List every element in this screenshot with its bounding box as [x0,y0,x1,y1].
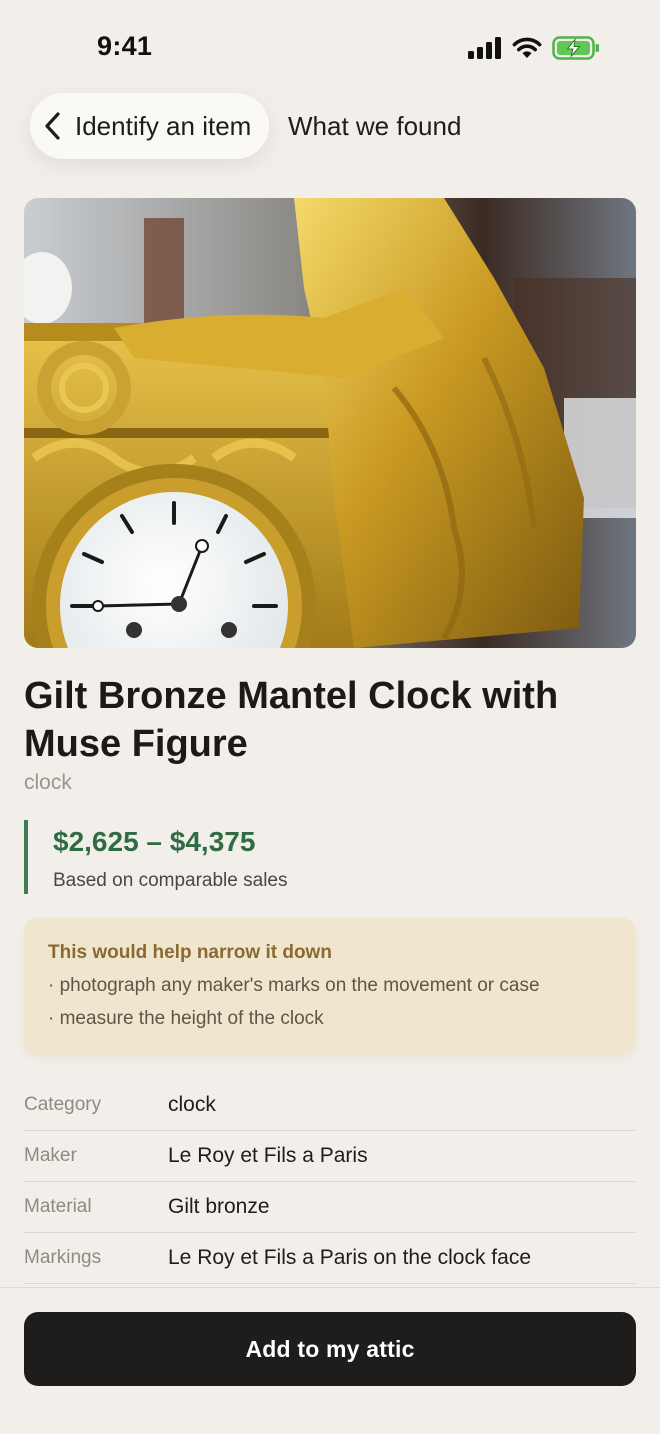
hint-item: · photograph any maker's marks on the mo… [48,975,540,996]
detail-row-category: Category clock [24,1080,636,1131]
hint-item: · measure the height of the clock [48,1008,324,1029]
chevron-left-icon [45,112,60,140]
status-time: 9:41 [97,31,153,61]
detail-row-maker: Maker Le Roy et Fils a Paris [24,1131,636,1182]
price-note: Based on comparable sales [53,870,288,891]
price-estimate: $2,625 – $4,375 Based on comparable sale… [24,820,287,894]
hint-title: This would help narrow it down [48,942,332,963]
price-range: $2,625 – $4,375 [53,826,256,857]
status-icons [468,36,600,60]
battery-charging-icon [552,36,599,60]
bottom-divider [0,1287,660,1288]
detail-value: Le Roy et Fils a Paris [168,1144,368,1167]
detail-key: Maker [24,1145,77,1166]
item-photo [24,198,636,648]
detail-key: Category [24,1094,102,1115]
narrow-down-hint-card: This would help narrow it down · photogr… [24,918,636,1055]
cellular-signal-icon [468,37,501,59]
detail-value: clock [168,1093,216,1116]
back-button[interactable]: Identify an item [30,93,269,159]
detail-key: Markings [24,1247,102,1268]
detail-value: Le Roy et Fils a Paris on the clock face [168,1246,531,1269]
item-title: Gilt Bronze Mantel Clock with Muse Figur… [24,675,559,765]
wifi-icon [512,37,542,58]
add-to-attic-button[interactable]: Add to my attic [24,1312,636,1386]
details-table: Category clock Maker Le Roy et Fils a Pa… [24,1080,636,1284]
detail-value: Gilt bronze [168,1195,270,1218]
detail-row-markings: Markings Le Roy et Fils a Paris on the c… [24,1233,636,1284]
status-bar: 9:41 [0,0,660,96]
page-title: What we found [288,111,462,141]
back-button-label: Identify an item [75,110,252,141]
detail-row-material: Material Gilt bronze [24,1182,636,1233]
item-category-subtitle: clock [24,771,72,794]
detail-key: Material [24,1196,92,1217]
